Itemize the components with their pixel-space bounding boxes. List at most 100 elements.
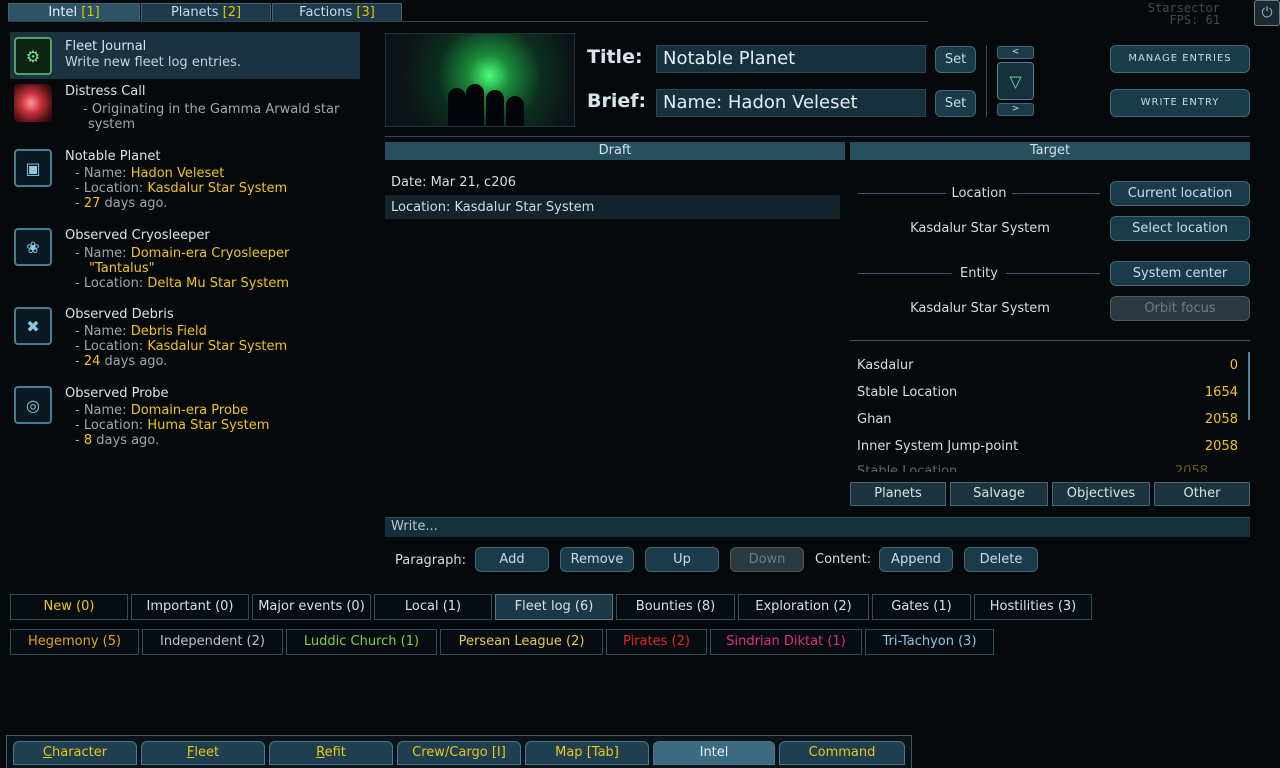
filter-tri-tachyon[interactable]: Tri-Tachyon (3) [865, 629, 994, 655]
power-icon[interactable]: ⏻ [1254, 0, 1280, 26]
select-location-button[interactable]: Select location [1110, 216, 1250, 241]
filter-hegemony[interactable]: Hegemony (5) [10, 629, 139, 655]
brief-label: Brief: [587, 90, 647, 112]
filter-local[interactable]: Local (1) [374, 594, 492, 620]
tab-character[interactable]: Character [13, 741, 137, 765]
tab-factions[interactable]: Factions [3] [272, 3, 402, 22]
list-item[interactable]: ❀ Observed Cryosleeper - Name: Domain-er… [10, 226, 360, 291]
divider [1006, 273, 1100, 274]
table-row-name[interactable]: Kasdalur [857, 358, 913, 373]
paragraph-up-button[interactable]: Up [645, 547, 719, 572]
tab-label: Intel [699, 745, 729, 760]
list-item[interactable]: ✖ Observed Debris - Name: Debris Field -… [10, 305, 360, 370]
tab-map[interactable]: Map [Tab] [525, 741, 649, 765]
entry-line: - Location: Delta Mu Star System [75, 276, 289, 291]
list-item[interactable]: ⚙ Fleet Journal Write new fleet log entr… [10, 32, 360, 79]
navigation-icon[interactable]: ▽ [997, 62, 1034, 100]
nav-prev-button[interactable]: < [997, 46, 1034, 59]
category-tab-planets[interactable]: Planets [850, 482, 946, 506]
entry-subtitle: Write new fleet log entries. [65, 55, 242, 70]
filter-sindrian-diktat[interactable]: Sindrian Diktat (1) [710, 629, 862, 655]
filter-bounties[interactable]: Bounties (8) [616, 594, 735, 620]
write-bar[interactable]: Write... [385, 517, 1250, 537]
tab-label: Crew/Cargo [412, 745, 492, 760]
tab-planets-count: [2] [222, 5, 242, 20]
name-value: Hadon Veleset [130, 166, 225, 181]
table-row-value: 0 [1229, 358, 1238, 373]
category-tab-objectives[interactable]: Objectives [1052, 482, 1150, 506]
nav-next-button[interactable]: > [997, 103, 1034, 116]
filter-pirates[interactable]: Pirates (2) [606, 629, 707, 655]
filter-luddic-church[interactable]: Luddic Church (1) [286, 629, 437, 655]
set-title-button[interactable]: Set [935, 46, 976, 73]
tab-intel[interactable]: Intel [1] [8, 3, 140, 22]
tab-refit[interactable]: Refit [269, 741, 393, 765]
content-append-button[interactable]: Append [879, 547, 953, 572]
top-divider [8, 21, 928, 22]
current-location-button[interactable]: Current location [1110, 181, 1250, 206]
tab-crew-cargo[interactable]: Crew/Cargo [I] [397, 741, 521, 765]
write-placeholder: Write... [391, 519, 438, 534]
filter-independent[interactable]: Independent (2) [142, 629, 283, 655]
filter-gates[interactable]: Gates (1) [872, 594, 971, 620]
table-scrollbar[interactable] [1248, 352, 1250, 420]
manage-entries-button[interactable]: MANAGE ENTRIES [1110, 45, 1250, 73]
entry-line: - 24 days ago. [75, 354, 168, 369]
hotkey: [I] [491, 745, 506, 760]
divider [1012, 193, 1100, 194]
entry-title: Distress Call [65, 84, 146, 99]
set-brief-button[interactable]: Set [935, 90, 976, 117]
title-field[interactable]: Notable Planet [656, 45, 926, 73]
filter-important[interactable]: Important (0) [131, 594, 249, 620]
entry-line: - Name: Hadon Veleset [75, 166, 224, 181]
days-suffix: days ago. [96, 433, 160, 448]
category-tab-salvage[interactable]: Salvage [950, 482, 1048, 506]
hotkey: R [316, 745, 325, 760]
filter-hostilities[interactable]: Hostilities (3) [974, 594, 1092, 620]
filter-exploration[interactable]: Exploration (2) [738, 594, 869, 620]
content-delete-button[interactable]: Delete [964, 547, 1038, 572]
entry-line: - Location: Kasdalur Star System [75, 181, 287, 196]
write-entry-button[interactable]: WRITE ENTRY [1110, 89, 1250, 117]
location-label: - Location: [75, 339, 144, 354]
paragraph-down-button[interactable]: Down [730, 547, 804, 572]
paragraph-remove-button[interactable]: Remove [560, 547, 634, 572]
table-row-value: 1654 [1204, 385, 1238, 400]
probe-icon: ◎ [14, 386, 52, 424]
entry-title: Observed Cryosleeper [65, 228, 210, 243]
tab-fleet[interactable]: Fleet [141, 741, 265, 765]
entry-line: - Originating in the Gamma Arwald star [83, 102, 340, 117]
list-item[interactable]: ◎ Observed Probe - Name: Domain-era Prob… [10, 384, 360, 449]
filter-major-events[interactable]: Major events (0) [252, 594, 371, 620]
list-item[interactable]: ▣ Notable Planet - Name: Hadon Veleset -… [10, 147, 360, 212]
table-row-name[interactable]: Inner System Jump-point [857, 439, 1018, 454]
brief-field[interactable]: Name: Hadon Veleset [656, 89, 926, 117]
tab-label: haracter [51, 745, 108, 760]
filter-persean-league[interactable]: Persean League (2) [440, 629, 603, 655]
divider [986, 45, 987, 117]
location-label: - Location: [75, 181, 144, 196]
paragraph-label: Paragraph: [395, 553, 466, 568]
tab-label: leet [194, 745, 220, 760]
tab-command[interactable]: Command [779, 741, 905, 765]
filter-fleet-log[interactable]: Fleet log (6) [495, 594, 613, 620]
tab-label: Map [555, 745, 587, 760]
table-row-name[interactable]: Stable Location [857, 464, 957, 472]
days-value: 27 [83, 196, 101, 211]
table-row-name[interactable]: Ghan [857, 412, 892, 427]
orbit-focus-button[interactable]: Orbit focus [1110, 296, 1250, 321]
target-header: Target [850, 142, 1250, 160]
filter-new[interactable]: New (0) [10, 594, 128, 620]
paragraph-add-button[interactable]: Add [475, 547, 549, 572]
entry-line: "Tantalus" [89, 261, 155, 276]
tab-planets[interactable]: Planets [2] [141, 3, 271, 22]
tab-factions-count: [3] [356, 5, 375, 20]
list-item[interactable]: Distress Call - Originating in the Gamma… [10, 82, 360, 132]
table-row-name[interactable]: Stable Location [857, 385, 957, 400]
system-center-button[interactable]: System center [1110, 261, 1250, 286]
tab-intel-main[interactable]: Intel [653, 741, 775, 765]
category-tab-other[interactable]: Other [1154, 482, 1250, 506]
days-suffix: days ago. [104, 354, 168, 369]
name-label: - Name: [75, 166, 127, 181]
location-heading: Location [951, 186, 1007, 201]
